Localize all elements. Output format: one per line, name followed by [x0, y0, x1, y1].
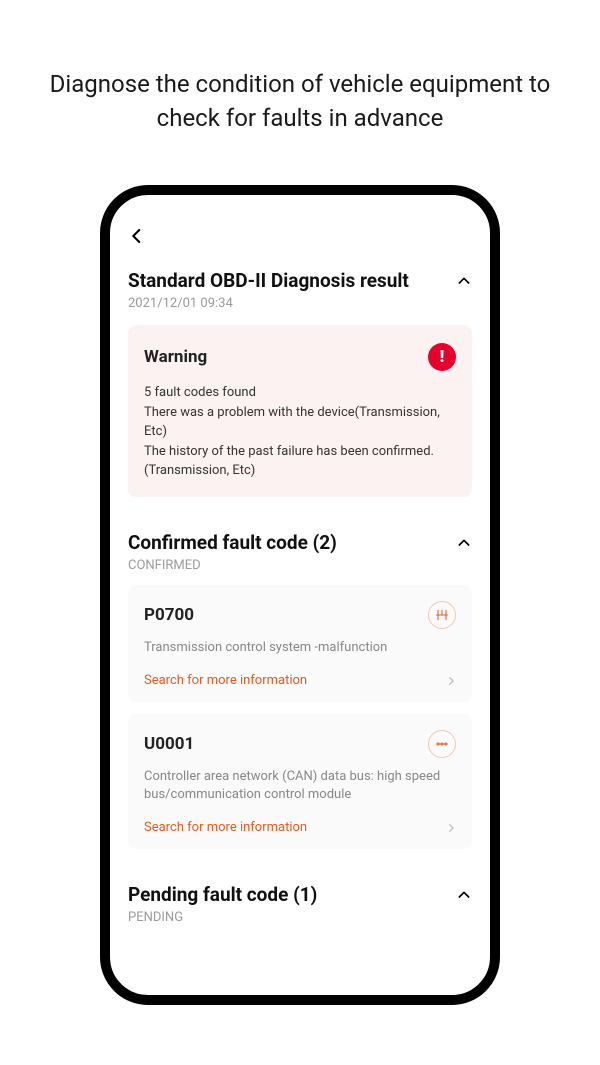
warning-line: The history of the past failure has been… — [144, 442, 456, 481]
fault-description: Transmission control system -malfunction — [144, 639, 456, 657]
chevron-right-icon — [446, 818, 456, 837]
fault-code: P0700 — [144, 605, 194, 625]
fault-card: U0001 Controller area network (CAN) data… — [128, 714, 472, 849]
search-label: Search for more information — [144, 820, 307, 835]
can-bus-icon — [428, 730, 456, 758]
warning-line: There was a problem with the device(Tran… — [144, 403, 456, 442]
transmission-icon — [428, 601, 456, 629]
diagnosis-timestamp: 2021/12/01 09:34 — [128, 296, 409, 311]
chevron-up-icon[interactable] — [456, 273, 472, 293]
search-label: Search for more information — [144, 673, 307, 688]
confirmed-header[interactable]: Confirmed fault code (2) CONFIRMED — [128, 531, 472, 573]
warning-line: 5 fault codes found — [144, 383, 456, 403]
warning-body: 5 fault codes found There was a problem … — [144, 383, 456, 481]
chevron-right-icon — [446, 671, 456, 690]
app-screen: Standard OBD-II Diagnosis result 2021/12… — [110, 195, 490, 925]
warning-card: Warning ! 5 fault codes found There was … — [128, 325, 472, 497]
pending-sub: PENDING — [128, 910, 317, 925]
marketing-headline: Diagnose the condition of vehicle equipm… — [0, 0, 600, 135]
phone-frame: Standard OBD-II Diagnosis result 2021/12… — [100, 185, 500, 1005]
fault-card: P0700 Transmission control system -malfu… — [128, 585, 472, 702]
chevron-up-icon[interactable] — [456, 887, 472, 907]
pending-title: Pending fault code (1) — [128, 883, 317, 906]
warning-icon: ! — [428, 343, 456, 371]
pending-header[interactable]: Pending fault code (1) PENDING — [128, 883, 472, 925]
diagnosis-header[interactable]: Standard OBD-II Diagnosis result 2021/12… — [128, 269, 472, 311]
back-icon[interactable] — [128, 227, 472, 245]
fault-code: U0001 — [144, 734, 194, 754]
search-more-info-link[interactable]: Search for more information — [144, 818, 456, 837]
diagnosis-title: Standard OBD-II Diagnosis result — [128, 269, 409, 292]
fault-description: Controller area network (CAN) data bus: … — [144, 768, 456, 804]
chevron-up-icon[interactable] — [456, 535, 472, 555]
confirmed-title: Confirmed fault code (2) — [128, 531, 337, 554]
warning-title: Warning — [144, 347, 207, 367]
confirmed-sub: CONFIRMED — [128, 558, 337, 573]
search-more-info-link[interactable]: Search for more information — [144, 671, 456, 690]
